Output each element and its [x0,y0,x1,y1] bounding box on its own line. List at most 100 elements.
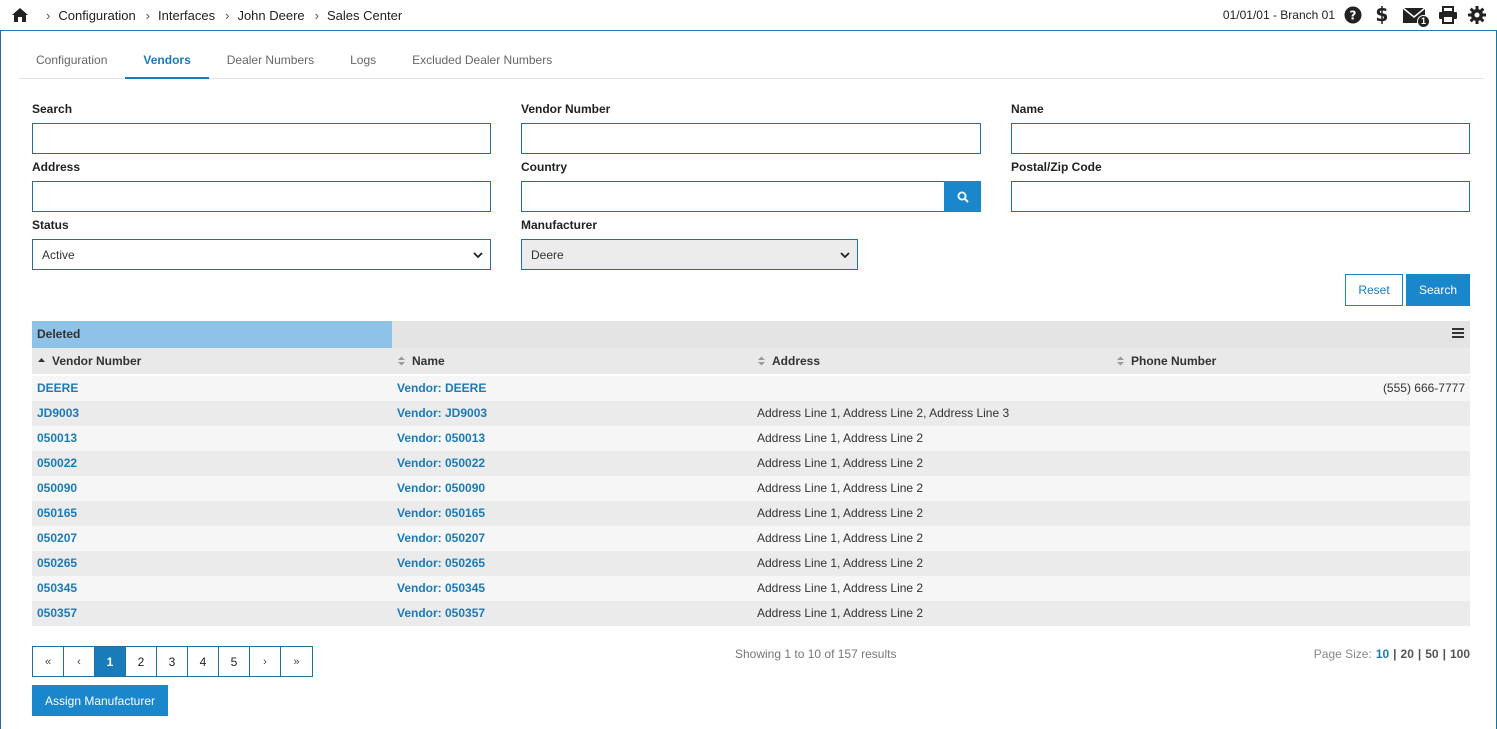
vendor-number-input[interactable] [521,123,981,154]
vendor-number-link[interactable]: 050090 [37,476,77,501]
status-select[interactable]: Active [32,239,491,270]
table-row[interactable]: 050357 Vendor: 050357 Address Line 1, Addr… [32,601,1470,626]
address-cell: Address Line 1, Address Line 2 [757,431,924,445]
manufacturer-select[interactable]: Deere [521,239,858,270]
s-logo-icon[interactable]: S [1372,5,1392,25]
page-size-option-100[interactable]: 100 [1450,647,1470,661]
sort-icon [758,356,765,366]
page-4-button[interactable]: 4 [188,647,219,676]
vendor-name-link[interactable]: Vendor: 050022 [397,451,485,476]
address-cell: Address Line 1, Address Line 2 [757,556,924,570]
page-size-option-20[interactable]: 20 [1401,647,1414,661]
page-2-button[interactable]: 2 [126,647,157,676]
column-header-phone-number[interactable]: Phone Number [1116,348,1216,374]
menu-icon[interactable] [1452,328,1464,338]
breadcrumb-separator: › [314,8,320,23]
column-header-name[interactable]: Name [397,348,445,374]
vendor-name-link[interactable]: Vendor: 050265 [397,551,485,576]
status-label: Status [32,218,69,232]
vendor-name-link[interactable]: Vendor: DEERE [397,376,486,401]
vendor-number-link[interactable]: 050207 [37,526,77,551]
country-lookup-button[interactable] [944,181,981,212]
vendor-name-link[interactable]: Vendor: 050207 [397,526,485,551]
grid-group-bar: Deleted [32,321,1470,348]
country-label: Country [521,160,567,174]
vendor-number-link[interactable]: 050345 [37,576,77,601]
postal-code-input[interactable] [1011,181,1470,212]
vendor-name-link[interactable]: Vendor: 050357 [397,601,485,626]
name-input[interactable] [1011,123,1470,154]
reset-button[interactable]: Reset [1345,274,1403,306]
address-cell: Address Line 1, Address Line 2 [757,606,924,620]
page-5-button[interactable]: 5 [219,647,250,676]
tab-dealer-numbers[interactable]: Dealer Numbers [209,42,332,78]
vendor-name-link[interactable]: Vendor: JD9003 [397,401,487,426]
table-row[interactable]: 050022 Vendor: 050022 Address Line 1, Addr… [32,451,1470,476]
breadcrumb-item[interactable]: John Deere [237,8,304,23]
column-header-vendor-number[interactable]: Vendor Number [37,348,141,374]
vendor-name-link[interactable]: Vendor: 050090 [397,476,485,501]
address-cell: Address Line 1, Address Line 2 [757,581,924,595]
mail-icon[interactable]: 1 [1401,5,1430,28]
table-row[interactable]: 050345 Vendor: 050345 Address Line 1, Addr… [32,576,1470,601]
branch-label[interactable]: 01/01/01 - Branch 01 [1223,0,1335,31]
breadcrumb: › Configuration › Interfaces › John Deere › Sal… [46,0,412,31]
page-size-option-10[interactable]: 10 [1376,647,1389,661]
results-summary: Showing 1 to 10 of 157 results [735,647,897,661]
table-row[interactable]: 050265 Vendor: 050265 Address Line 1, Addr… [32,551,1470,576]
search-button[interactable]: Search [1406,274,1470,306]
table-row[interactable]: 050090 Vendor: 050090 Address Line 1, Addr… [32,476,1470,501]
table-row[interactable]: 050013 Vendor: 050013 Address Line 1, Addr… [32,426,1470,451]
breadcrumb-item[interactable]: Configuration [58,8,135,23]
vendor-name-link[interactable]: Vendor: 050013 [397,426,485,451]
table-row[interactable]: 050165 Vendor: 050165 Address Line 1, Addr… [32,501,1470,526]
vendor-number-link[interactable]: 050022 [37,451,77,476]
home-icon[interactable] [12,8,28,22]
page-size-option-50[interactable]: 50 [1425,647,1438,661]
vendor-number-link[interactable]: 050013 [37,426,77,451]
postal-code-label: Postal/Zip Code [1011,160,1102,174]
page-1-button[interactable]: 1 [95,647,126,676]
tab-vendors[interactable]: Vendors [125,42,210,79]
print-icon[interactable] [1438,5,1458,25]
manufacturer-label: Manufacturer [521,218,598,232]
address-label: Address [32,160,81,174]
table-row[interactable]: 050207 Vendor: 050207 Address Line 1, Addr… [32,526,1470,551]
address-cell: Address Line 1, Address Line 2 [757,481,924,495]
breadcrumb-item[interactable]: Interfaces [158,8,215,23]
grid-body: DEERE Vendor: DEERE (555) 666-7777 JD9003 Ve… [32,376,1470,626]
assign-manufacturer-button[interactable]: Assign Manufacturer [32,685,168,716]
column-header-address[interactable]: Address [757,348,820,374]
gear-icon[interactable] [1467,5,1487,25]
vendor-number-link[interactable]: 050265 [37,551,77,576]
vendor-number-link[interactable]: 050165 [37,501,77,526]
vendor-number-label: Vendor Number [521,102,611,116]
deleted-group-tag[interactable]: Deleted [32,321,392,348]
vendor-number-link[interactable]: DEERE [37,376,78,401]
table-row[interactable]: JD9003 Vendor: JD9003 Address Line 1, Addr… [32,401,1470,426]
address-cell: Address Line 1, Address Line 2 [757,456,924,470]
address-cell: Address Line 1, Address Line 2, Address … [757,406,1010,420]
vendor-number-link[interactable]: 050357 [37,601,77,626]
page-3-button[interactable]: 3 [157,647,188,676]
search-input[interactable] [32,123,491,154]
vendor-number-link[interactable]: JD9003 [37,401,79,426]
tab-logs[interactable]: Logs [332,42,394,78]
vendor-name-link[interactable]: Vendor: 050165 [397,501,485,526]
help-icon[interactable]: ? [1343,5,1363,25]
tab-configuration[interactable]: Configuration [18,42,125,78]
tab-bar: Configuration Vendors Dealer Numbers Logs Ex… [18,42,1484,79]
tab-excluded-dealer-numbers[interactable]: Excluded Dealer Numbers [394,42,570,78]
last-page-button[interactable]: » [281,647,312,676]
country-input[interactable] [521,181,945,212]
vendor-name-link[interactable]: Vendor: 050345 [397,576,485,601]
breadcrumb-separator: › [225,8,230,23]
next-page-button[interactable]: › [250,647,281,676]
sort-ascending-icon [38,358,45,362]
table-row[interactable]: DEERE Vendor: DEERE (555) 666-7777 [32,376,1470,401]
address-input[interactable] [32,181,491,212]
breadcrumb-item[interactable]: Sales Center [327,8,402,23]
first-page-button[interactable]: « [33,647,64,676]
page-size-separator: | [1417,647,1422,661]
prev-page-button[interactable]: ‹ [64,647,95,676]
